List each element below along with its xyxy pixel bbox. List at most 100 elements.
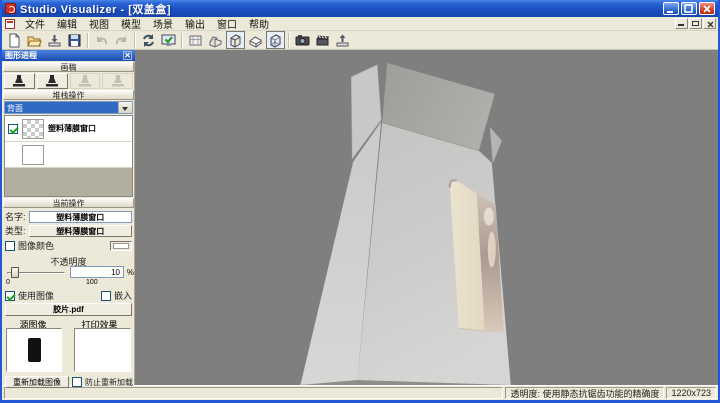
document-icon[interactable] xyxy=(5,19,15,29)
open-button[interactable] xyxy=(25,31,44,49)
layer-thumbnail xyxy=(22,119,44,139)
artwork-stamp-button-2[interactable] xyxy=(37,73,68,89)
list-item[interactable]: 塑料薄膜窗口 xyxy=(5,116,132,142)
close-icon xyxy=(705,19,716,30)
fold-preview-button[interactable] xyxy=(206,31,225,49)
prevent-reload-label: 防止重新加载 xyxy=(85,377,133,388)
stamp-icon xyxy=(10,74,28,88)
minimize-button[interactable] xyxy=(663,2,679,15)
type-button[interactable]: 塑料薄膜窗口 xyxy=(29,225,132,237)
close-icon xyxy=(702,4,713,15)
sheet-view-button[interactable] xyxy=(186,31,205,49)
operation-list: 塑料薄膜窗口 xyxy=(4,115,133,197)
cube-icon xyxy=(248,33,263,48)
menu-window[interactable]: 窗口 xyxy=(211,15,243,32)
embed-checkbox[interactable] xyxy=(101,291,111,301)
redo-icon xyxy=(114,33,129,48)
print-effect-label: 打印效果 xyxy=(64,318,135,327)
stamp-icon xyxy=(76,74,94,88)
opacity-unit: % xyxy=(127,268,134,277)
menu-model[interactable]: 模型 xyxy=(115,15,147,32)
menu-file[interactable]: 文件 xyxy=(19,15,51,32)
artwork-stamp-button-1[interactable] xyxy=(4,73,35,89)
reload-row: 重新加载图像 防止重新加载 xyxy=(2,376,135,388)
menu-output[interactable]: 输出 xyxy=(179,15,211,32)
mdi-minimize-button[interactable] xyxy=(675,18,688,29)
chevron-down-icon[interactable] xyxy=(118,102,132,113)
use-image-label: 使用图像 xyxy=(18,289,54,302)
animation-button[interactable] xyxy=(313,31,332,49)
layer-visibility-checkbox[interactable] xyxy=(8,124,18,134)
transparency-status: 透明度: 使用静态抗锯齿功能的精确度 xyxy=(505,387,664,399)
menu-edit[interactable]: 编辑 xyxy=(51,15,83,32)
save-icon xyxy=(67,33,82,48)
image-color-checkbox[interactable] xyxy=(5,241,15,251)
image-color-label: 图像颜色 xyxy=(18,239,54,252)
box-3d-render xyxy=(135,50,718,385)
refresh-button[interactable] xyxy=(139,31,158,49)
close-button[interactable] xyxy=(699,2,715,15)
layer-thumbnail xyxy=(22,145,44,165)
source-image-label: 源图像 xyxy=(2,318,64,327)
image-color-row: 图像颜色 xyxy=(2,240,135,251)
side-select-value: 背面 xyxy=(5,102,118,113)
menu-help[interactable]: 帮助 xyxy=(243,15,275,32)
thumbnails-row xyxy=(2,328,135,374)
type-row: 类型: 塑料薄膜窗口 xyxy=(2,224,135,237)
film-highlight xyxy=(488,231,496,267)
artwork-stamp-button-4[interactable] xyxy=(102,73,133,89)
panel-close-icon[interactable]: ✕ xyxy=(123,51,132,60)
import-icon xyxy=(47,33,62,48)
opacity-input[interactable]: 10 xyxy=(70,266,124,278)
layer-label: 塑料薄膜窗口 xyxy=(48,123,96,134)
print-effect-thumbnail[interactable] xyxy=(74,328,131,372)
toolbar-separator xyxy=(288,33,290,48)
artwork-stamp-button-3[interactable] xyxy=(70,73,101,89)
mdi-close-button[interactable] xyxy=(703,18,716,29)
resolution-status: 1220x723 xyxy=(666,387,716,399)
name-row: 名字: 塑料薄膜窗口 xyxy=(2,210,135,223)
name-input[interactable]: 塑料薄膜窗口 xyxy=(29,211,132,223)
list-item[interactable] xyxy=(5,142,132,168)
camera-icon xyxy=(295,33,310,48)
export-button[interactable] xyxy=(333,31,352,49)
clapperboard-icon xyxy=(315,33,330,48)
panel-title-bar[interactable]: 图形进程 ✕ xyxy=(2,50,135,61)
menu-view[interactable]: 视图 xyxy=(83,15,115,32)
cube-view-button[interactable] xyxy=(246,31,265,49)
panel-title: 图形进程 xyxy=(5,50,37,61)
fold-preview-icon xyxy=(208,33,223,48)
undo-button[interactable] xyxy=(92,31,111,49)
wireframe-box-icon xyxy=(268,33,283,48)
open-folder-icon xyxy=(27,33,42,48)
name-label: 名字: xyxy=(5,210,26,223)
verify-display-button[interactable] xyxy=(159,31,178,49)
opacity-label: 不透明度 xyxy=(2,255,135,264)
film-shape xyxy=(28,338,41,362)
source-image-thumbnail[interactable] xyxy=(6,328,62,372)
use-image-checkbox[interactable] xyxy=(5,291,15,301)
redo-button[interactable] xyxy=(112,31,131,49)
snapshot-button[interactable] xyxy=(293,31,312,49)
opacity-slider-row: 10 % xyxy=(2,266,135,279)
film-file-button[interactable]: 胶片.pdf xyxy=(5,303,132,316)
prevent-reload-checkbox[interactable] xyxy=(72,377,82,387)
opacity-slider-handle[interactable] xyxy=(11,267,19,278)
menu-scene[interactable]: 场景 xyxy=(147,15,179,32)
color-well-button[interactable] xyxy=(110,241,132,251)
new-document-button[interactable] xyxy=(5,31,24,49)
save-button[interactable] xyxy=(65,31,84,49)
viewport-3d[interactable] xyxy=(135,50,718,385)
current-operation-header: 当前操作 xyxy=(3,198,134,208)
mdi-restore-button[interactable] xyxy=(689,18,702,29)
minimize-icon xyxy=(678,24,684,26)
box-3d-view-button[interactable] xyxy=(226,31,245,49)
side-select[interactable]: 背面 xyxy=(4,101,133,114)
stamp-icon xyxy=(43,74,61,88)
import-button[interactable] xyxy=(45,31,64,49)
reload-image-button[interactable]: 重新加载图像 xyxy=(5,376,69,388)
status-message-pane xyxy=(4,387,503,399)
wireframe-view-button[interactable] xyxy=(266,31,285,49)
opacity-scale: 0 100 xyxy=(2,279,135,287)
maximize-button[interactable] xyxy=(681,2,697,15)
